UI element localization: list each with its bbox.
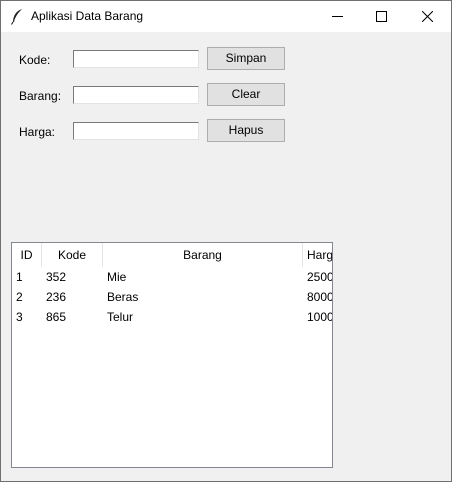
app-window: Aplikasi Data Barang Kode: Simpan Barang… bbox=[0, 0, 452, 482]
data-table[interactable]: ID Kode Barang Harg 1 352 Mie 2500 2 236… bbox=[11, 242, 333, 468]
column-header-kode[interactable]: Kode bbox=[42, 243, 103, 267]
column-header-harga[interactable]: Harg bbox=[303, 243, 332, 267]
barang-input[interactable] bbox=[73, 86, 199, 104]
close-icon bbox=[422, 11, 433, 22]
minimize-icon bbox=[332, 16, 343, 17]
table-row[interactable]: 3 865 Telur 1000 bbox=[12, 307, 332, 327]
barang-label: Barang: bbox=[19, 89, 62, 103]
cell-id: 2 bbox=[16, 290, 23, 304]
window-title: Aplikasi Data Barang bbox=[31, 9, 144, 23]
harga-label: Harga: bbox=[19, 125, 56, 139]
kode-label: Kode: bbox=[19, 53, 51, 67]
cell-kode: 236 bbox=[46, 290, 67, 304]
close-button[interactable] bbox=[405, 1, 451, 32]
maximize-icon bbox=[376, 11, 387, 22]
cell-harga: 8000 bbox=[307, 290, 332, 304]
cell-barang: Mie bbox=[107, 270, 127, 284]
cell-harga: 2500 bbox=[307, 270, 332, 284]
feather-icon bbox=[10, 9, 22, 25]
column-header-barang[interactable]: Barang bbox=[103, 243, 303, 267]
table-row[interactable]: 2 236 Beras 8000 bbox=[12, 287, 332, 307]
cell-kode: 865 bbox=[46, 310, 67, 324]
cell-kode: 352 bbox=[46, 270, 67, 284]
minimize-button[interactable] bbox=[315, 1, 361, 32]
hapus-button[interactable]: Hapus bbox=[207, 119, 285, 142]
kode-input[interactable] bbox=[73, 50, 199, 68]
table-row[interactable]: 1 352 Mie 2500 bbox=[12, 267, 332, 287]
cell-barang: Beras bbox=[107, 290, 139, 304]
simpan-button[interactable]: Simpan bbox=[207, 47, 285, 70]
harga-input[interactable] bbox=[73, 122, 199, 140]
cell-id: 1 bbox=[16, 270, 23, 284]
table-header: ID Kode Barang Harg bbox=[12, 243, 332, 267]
column-header-id[interactable]: ID bbox=[12, 243, 42, 267]
cell-id: 3 bbox=[16, 310, 23, 324]
cell-harga: 1000 bbox=[307, 310, 332, 324]
maximize-button[interactable] bbox=[359, 1, 405, 32]
cell-barang: Telur bbox=[107, 310, 134, 324]
title-bar[interactable]: Aplikasi Data Barang bbox=[1, 1, 451, 32]
clear-button[interactable]: Clear bbox=[207, 83, 285, 106]
